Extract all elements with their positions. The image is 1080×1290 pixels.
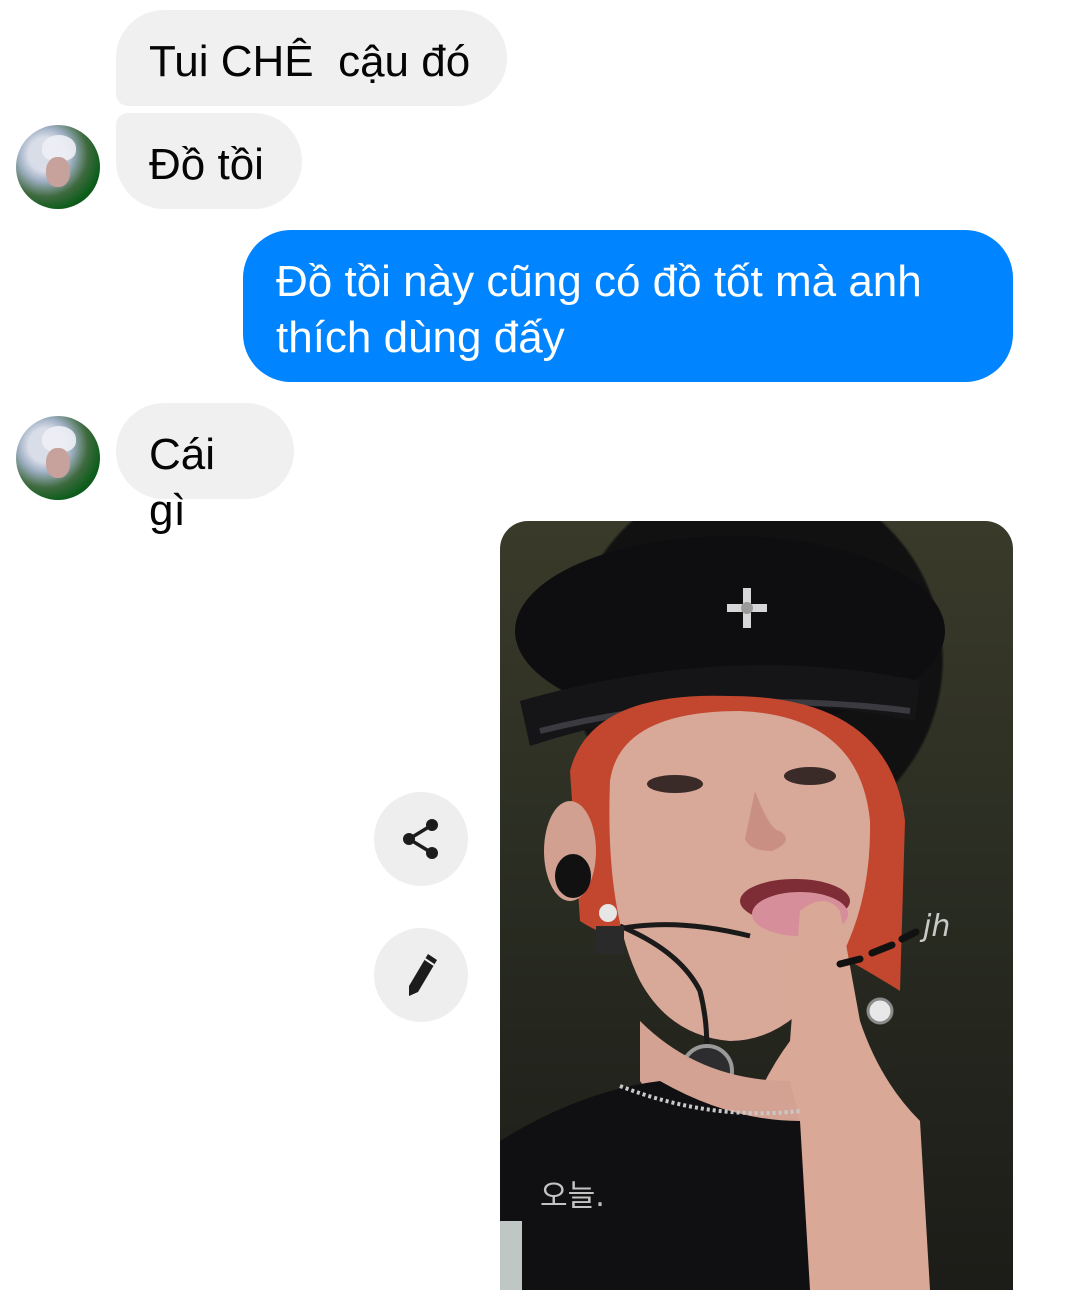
outgoing-message-bubble[interactable]: Đồ tồi này cũng có đồ tốt mà anh thích d… (243, 230, 1013, 382)
incoming-message-bubble[interactable]: Cái gì (116, 403, 294, 535)
chat-thread: Tui CHÊ cậu đó Đồ tồi Đồ tồi này cũng có… (0, 0, 1080, 1290)
share-icon (403, 819, 438, 859)
photo-watermark: 오늘. (540, 1179, 605, 1214)
incoming-message-bubble[interactable]: Tui CHÊ cậu đó (116, 10, 507, 106)
share-button[interactable] (374, 792, 468, 886)
edit-button[interactable] (374, 928, 468, 1022)
shared-photo[interactable]: jh 오늘. (500, 521, 1013, 1290)
incoming-message-bubble[interactable]: Đồ tồi (116, 113, 302, 209)
contact-avatar[interactable] (16, 416, 100, 500)
pencil-icon (409, 954, 437, 996)
photo-watermark: jh (923, 909, 951, 944)
contact-avatar[interactable] (16, 125, 100, 209)
